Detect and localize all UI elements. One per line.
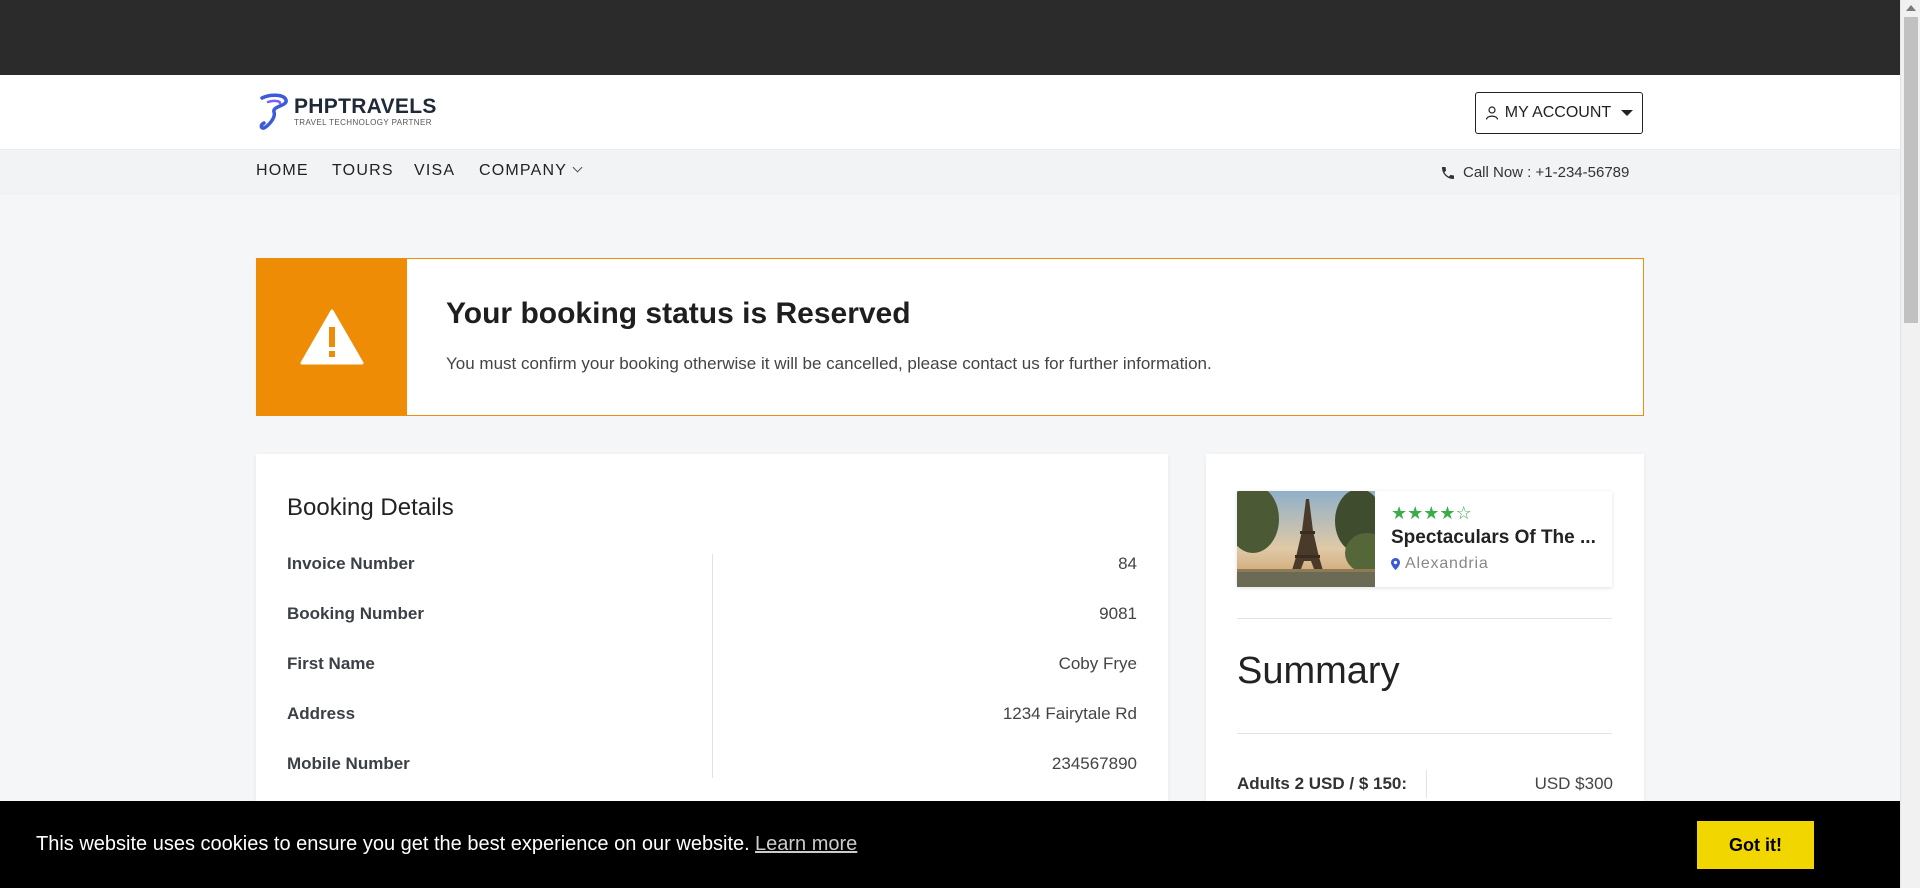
mobile-number-label: Mobile Number: [287, 754, 410, 773]
booking-status-alert: Your booking status is Reserved You must…: [256, 258, 1644, 416]
top-bar: [0, 0, 1900, 75]
booking-details-title: Booking Details: [287, 494, 454, 521]
invoice-number-label: Invoice Number: [287, 554, 415, 573]
nav-tours[interactable]: TOURS: [332, 162, 394, 180]
tour-location-text: Alexandria: [1405, 555, 1489, 572]
my-account-button[interactable]: MY ACCOUNT: [1475, 92, 1643, 134]
tour-info[interactable]: ★★★★☆ Spectaculars Of The ... Alexandria: [1237, 491, 1612, 587]
divider: [1237, 733, 1612, 734]
scroll-up-arrow-icon[interactable]: [1906, 5, 1916, 11]
nav-company[interactable]: COMPANY: [479, 162, 583, 180]
nav-home[interactable]: HOME: [256, 162, 309, 180]
nav-visa[interactable]: VISA: [414, 162, 455, 180]
call-now[interactable]: Call Now : +1-234-56789: [1440, 164, 1629, 181]
my-account-label: MY ACCOUNT: [1504, 104, 1612, 121]
adults-value: USD $300: [1534, 774, 1613, 793]
chevron-down-icon: [572, 162, 583, 173]
user-icon: [1485, 106, 1498, 120]
warning-icon: [300, 309, 364, 365]
scrollbar-thumb[interactable]: [1904, 17, 1918, 323]
got-it-button[interactable]: Got it!: [1697, 821, 1814, 869]
address-value: 1234 Fairytale Rd: [1002, 704, 1137, 723]
address-label: Address: [287, 704, 356, 723]
column-divider: [712, 554, 713, 778]
logo-icon: [259, 93, 288, 130]
tour-location: Alexandria: [1391, 555, 1489, 573]
invoice-number-value: 84: [1118, 554, 1137, 573]
alert-title: Your booking status is Reserved: [446, 297, 911, 330]
first-name-label: First Name: [287, 654, 375, 673]
cookie-message: This website uses cookies to ensure you …: [36, 833, 750, 855]
column-divider: [1426, 770, 1427, 798]
learn-more-link[interactable]: Learn more: [755, 833, 857, 856]
star-filled-icon: ★: [1391, 503, 1408, 523]
call-now-text: Call Now : +1-234-56789: [1463, 164, 1630, 181]
logo-title: PHPTRAVELS: [294, 95, 437, 118]
mobile-number-value: 234567890: [1051, 754, 1137, 773]
caret-down-icon: [1621, 110, 1634, 116]
summary-title: Summary: [1237, 650, 1400, 692]
star-filled-icon: ★: [1439, 503, 1456, 523]
booking-number-label: Booking Number: [287, 604, 424, 623]
alert-icon-box: [257, 259, 407, 415]
star-empty-icon: ☆: [1455, 503, 1472, 523]
rating-stars: ★★★★☆: [1391, 503, 1472, 524]
first-name-value: Coby Frye: [1058, 654, 1137, 673]
star-filled-icon: ★: [1423, 503, 1440, 523]
scrollbar[interactable]: [1900, 0, 1920, 888]
logo[interactable]: PHPTRAVELS TRAVEL TECHNOLOGY PARTNER: [258, 92, 437, 132]
booking-number-value: 9081: [1099, 604, 1137, 623]
divider: [1237, 618, 1612, 619]
logo-subtitle: TRAVEL TECHNOLOGY PARTNER: [294, 118, 432, 127]
tour-name: Spectaculars Of The ...: [1391, 527, 1596, 548]
star-filled-icon: ★: [1407, 503, 1424, 523]
map-pin-icon: [1391, 558, 1400, 570]
adults-label: Adults 2 USD / $ 150:: [1237, 774, 1408, 793]
tour-image: [1237, 491, 1375, 587]
phone-icon: [1442, 166, 1454, 179]
nav-company-label: COMPANY: [479, 162, 568, 179]
cookie-banner: This website uses cookies to ensure you …: [0, 801, 1900, 888]
alert-message: You must confirm your booking otherwise …: [446, 354, 1212, 373]
